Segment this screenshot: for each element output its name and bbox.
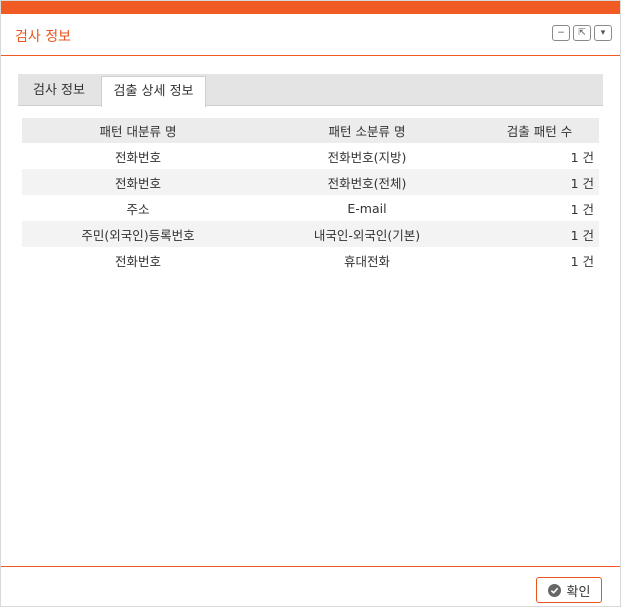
detection-table: 패턴 대분류 명 패턴 소분류 명 검출 패턴 수 전화번호 전화번호(지방) … [22,118,599,273]
tab-bar: 검사 정보 검출 상세 정보 [18,74,603,107]
minor-category-cell: 휴대전화 [343,253,390,269]
column-header-minor-category[interactable]: 패턴 소분류 명 [254,118,480,143]
pattern-count-cell: 1 건 [570,201,594,217]
popout-button[interactable]: ⇱ [573,25,591,41]
accent-bar [1,1,620,14]
table-row[interactable]: 주민(외국인)등록번호 내국인-외국인(기본) 1 건 [22,221,599,247]
major-category-cell: 전화번호 [22,169,254,195]
minimize-icon: − [557,27,565,38]
chevron-down-icon: ▾ [600,27,606,38]
pattern-count-cell: 1 건 [570,253,594,269]
table-row[interactable]: 전화번호 전화번호(지방) 1 건 [22,143,599,169]
dropdown-button[interactable]: ▾ [594,25,612,41]
dialog-title: 검사 정보 [15,29,71,45]
minimize-button[interactable]: − [552,25,570,41]
footer-divider [1,566,620,567]
tab-detection-detail[interactable]: 검출 상세 정보 [101,76,206,107]
table-row[interactable]: 전화번호 휴대전화 1 건 [22,247,599,273]
confirm-button[interactable]: 확인 [536,577,602,603]
window-controls: − ⇱ ▾ [552,25,612,41]
column-header-major-category[interactable]: 패턴 대분류 명 [22,118,254,143]
confirm-button-label: 확인 [566,584,591,600]
tab-inspection-info[interactable]: 검사 정보 [18,74,100,106]
pattern-count-cell: 1 건 [480,169,599,195]
pattern-count-cell: 1 건 [480,221,599,247]
minor-category-cell: 전화번호(전체) [254,169,480,195]
major-category-cell: 주소 [126,201,150,217]
dialog-header: 검사 정보 − ⇱ ▾ [1,14,620,56]
table-row[interactable]: 주소 E-mail 1 건 [22,195,599,221]
minor-category-cell: E-mail [347,200,387,216]
major-category-cell: 전화번호 [114,253,161,269]
column-header-pattern-count[interactable]: 검출 패턴 수 [480,118,599,143]
pattern-count-cell: 1 건 [570,149,594,165]
minor-category-cell: 내국인-외국인(기본) [254,221,480,247]
dialog-window: 검사 정보 − ⇱ ▾ 검사 정보 검출 상세 정보 패턴 대분류 명 패턴 소… [0,0,621,607]
table-header-row: 패턴 대분류 명 패턴 소분류 명 검출 패턴 수 [22,118,599,143]
popout-icon: ⇱ [578,27,586,38]
check-icon [547,583,561,597]
minor-category-cell: 전화번호(지방) [327,149,407,165]
major-category-cell: 주민(외국인)등록번호 [22,221,254,247]
table-row[interactable]: 전화번호 전화번호(전체) 1 건 [22,169,599,195]
major-category-cell: 전화번호 [114,149,161,165]
